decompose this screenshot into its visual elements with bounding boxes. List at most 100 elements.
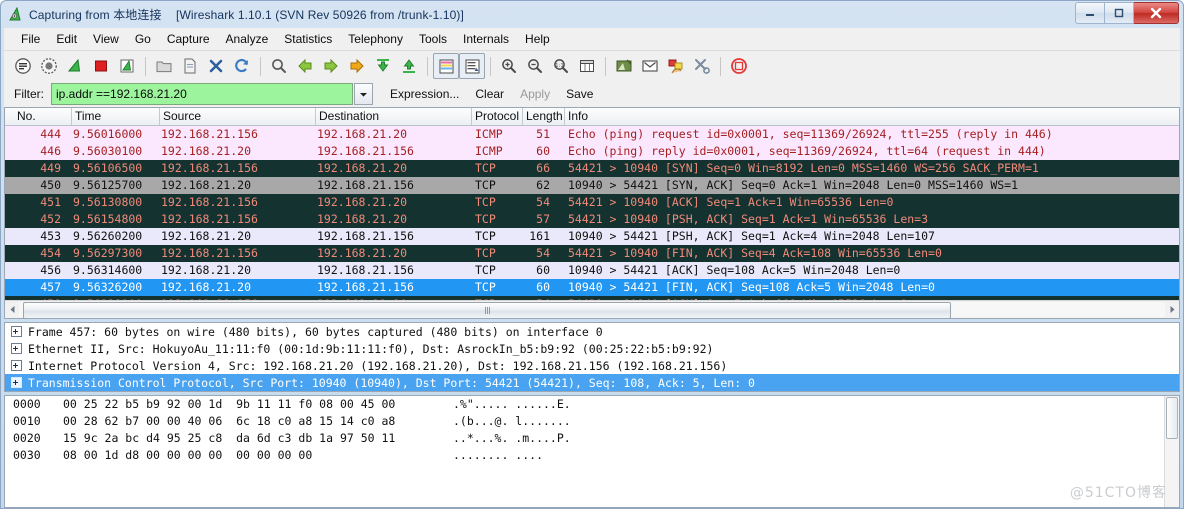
cell-destination: 192.168.21.20 <box>317 127 408 141</box>
menu-help[interactable]: Help <box>517 30 558 48</box>
resize-columns-icon[interactable] <box>574 53 600 79</box>
table-row[interactable]: 446 9.56030100 192.168.21.20 192.168.21.156… <box>5 143 1179 160</box>
zoom-in-icon[interactable] <box>496 53 522 79</box>
table-row[interactable]: 454 9.56297300 192.168.21.156 192.168.21.20… <box>5 245 1179 262</box>
close-file-icon[interactable] <box>203 53 229 79</box>
packet-list-pane[interactable]: No. Time Source Destination Protocol Len… <box>4 107 1180 319</box>
packet-list-rows[interactable]: 444 9.56016000 192.168.21.156 192.168.21.20… <box>5 126 1179 300</box>
hexdump-ascii: .%"..... ......E. <box>453 397 571 411</box>
scroll-left-icon[interactable] <box>5 302 19 317</box>
close-button[interactable] <box>1134 2 1179 24</box>
zoom-out-icon[interactable] <box>522 53 548 79</box>
hscroll-track[interactable] <box>19 302 1165 318</box>
menu-capture[interactable]: Capture <box>159 30 218 48</box>
cell-time: 9.56326200 <box>73 280 143 294</box>
restart-capture-icon[interactable] <box>114 53 140 79</box>
table-row[interactable]: 457 9.56326200 192.168.21.20 192.168.21.156… <box>5 279 1179 296</box>
expand-plus-icon[interactable] <box>11 343 22 354</box>
packet-details-tree[interactable]: Frame 457: 60 bytes on wire (480 bits), … <box>5 323 1179 391</box>
detail-tree-item[interactable]: Ethernet II, Src: HokuyoAu_11:11:f0 (00:… <box>5 340 1179 357</box>
table-row[interactable]: 452 9.56154800 192.168.21.156 192.168.21.20… <box>5 211 1179 228</box>
filter-apply-button[interactable]: Apply <box>512 87 558 101</box>
zoom-reset-icon[interactable]: 1:1 <box>548 53 574 79</box>
minimize-button[interactable] <box>1075 2 1105 24</box>
table-row[interactable]: 444 9.56016000 192.168.21.156 192.168.21.20… <box>5 126 1179 143</box>
menu-edit[interactable]: Edit <box>48 30 85 48</box>
go-first-packet-icon[interactable] <box>370 53 396 79</box>
expand-plus-icon[interactable] <box>11 360 22 371</box>
filter-expression-button[interactable]: Expression... <box>382 87 467 101</box>
menu-file[interactable]: File <box>13 30 48 48</box>
packet-list-hscrollbar[interactable] <box>5 300 1179 318</box>
cell-source: 192.168.21.156 <box>161 297 311 300</box>
capture-filters-icon[interactable] <box>611 53 637 79</box>
cell-info: 54421 > 10940 [ACK] Seq=5 Ack=109 Win=65… <box>568 297 1178 300</box>
menu-tools[interactable]: Tools <box>411 30 455 48</box>
scroll-right-icon[interactable] <box>1165 302 1179 317</box>
column-header-protocol[interactable]: Protocol <box>475 109 519 123</box>
reload-icon[interactable] <box>229 53 255 79</box>
go-forward-icon[interactable] <box>318 53 344 79</box>
cell-source: 192.168.21.20 <box>161 280 252 294</box>
hscroll-thumb[interactable] <box>23 302 951 318</box>
menu-telephony[interactable]: Telephony <box>340 30 411 48</box>
menu-go[interactable]: Go <box>127 30 159 48</box>
coloring-rules-icon[interactable] <box>663 53 689 79</box>
filter-input[interactable] <box>52 85 352 103</box>
column-header-destination[interactable]: Destination <box>319 109 379 123</box>
menu-statistics[interactable]: Statistics <box>276 30 340 48</box>
menu-view[interactable]: View <box>85 30 127 48</box>
vscroll-thumb[interactable] <box>1166 397 1178 439</box>
go-last-packet-icon[interactable] <box>396 53 422 79</box>
go-back-icon[interactable] <box>292 53 318 79</box>
table-row[interactable]: 458 9.56328100 192.168.21.156 192.168.21.20… <box>5 296 1179 300</box>
start-capture-icon[interactable] <box>62 53 88 79</box>
filter-save-button[interactable]: Save <box>558 87 601 101</box>
column-header-time[interactable]: Time <box>75 109 101 123</box>
column-header-no[interactable]: No. <box>17 109 36 123</box>
packet-bytes-hexdump[interactable]: 0000 00 25 22 b5 b9 92 00 1d 9b 11 11 f0 … <box>5 396 1179 464</box>
table-row[interactable]: 451 9.56130800 192.168.21.156 192.168.21.20… <box>5 194 1179 211</box>
cell-source: 192.168.21.156 <box>161 127 258 141</box>
colorize-toggle-icon[interactable] <box>433 53 459 79</box>
cell-no: 452 <box>40 212 61 226</box>
go-to-packet-icon[interactable] <box>344 53 370 79</box>
find-packet-icon[interactable] <box>266 53 292 79</box>
bytes-vscrollbar[interactable] <box>1164 396 1179 507</box>
open-file-icon[interactable] <box>151 53 177 79</box>
help-contents-icon[interactable] <box>726 53 752 79</box>
table-row[interactable]: 450 9.56125700 192.168.21.20 192.168.21.156… <box>5 177 1179 194</box>
packet-bytes-pane[interactable]: 0000 00 25 22 b5 b9 92 00 1d 9b 11 11 f0 … <box>4 395 1180 508</box>
column-header-info[interactable]: Info <box>568 109 588 123</box>
list-interfaces-icon[interactable] <box>10 53 36 79</box>
packet-details-pane[interactable]: Frame 457: 60 bytes on wire (480 bits), … <box>4 322 1180 392</box>
display-filters-icon[interactable] <box>637 53 663 79</box>
maximize-button[interactable] <box>1105 2 1134 24</box>
preferences-icon[interactable] <box>689 53 715 79</box>
cell-no: 451 <box>40 195 61 209</box>
table-row[interactable]: 456 9.56314600 192.168.21.20 192.168.21.156… <box>5 262 1179 279</box>
cell-source: 192.168.21.156 <box>161 195 258 209</box>
column-header-length[interactable]: Length <box>526 109 563 123</box>
autoscroll-toggle-icon[interactable] <box>459 53 485 79</box>
stop-capture-icon[interactable] <box>88 53 114 79</box>
detail-tree-item[interactable]: Internet Protocol Version 4, Src: 192.16… <box>5 357 1179 374</box>
table-row[interactable]: 453 9.56260200 192.168.21.20 192.168.21.156… <box>5 228 1179 245</box>
menu-analyze[interactable]: Analyze <box>218 30 277 48</box>
cell-info: 10940 > 54421 [SYN, ACK] Seq=0 Ack=1 Win… <box>568 178 1019 192</box>
filter-input-wrapper[interactable] <box>51 83 353 105</box>
filter-clear-button[interactable]: Clear <box>467 87 512 101</box>
hexdump-ascii: .(b...@. l....... <box>453 414 571 428</box>
capture-options-icon[interactable] <box>36 53 62 79</box>
filter-history-dropdown[interactable] <box>354 83 373 105</box>
toolbar-separator <box>427 56 428 76</box>
table-row[interactable]: 449 9.56106500 192.168.21.156 192.168.21.20… <box>5 160 1179 177</box>
save-file-icon[interactable] <box>177 53 203 79</box>
detail-tree-item[interactable]: Transmission Control Protocol, Src Port:… <box>5 374 1179 391</box>
detail-tree-item[interactable]: Frame 457: 60 bytes on wire (480 bits), … <box>5 323 1179 340</box>
expand-plus-icon[interactable] <box>11 326 22 337</box>
menu-internals[interactable]: Internals <box>455 30 517 48</box>
column-header-source[interactable]: Source <box>163 109 201 123</box>
cell-destination: 192.168.21.156 <box>317 229 414 243</box>
expand-plus-icon[interactable] <box>11 377 22 388</box>
